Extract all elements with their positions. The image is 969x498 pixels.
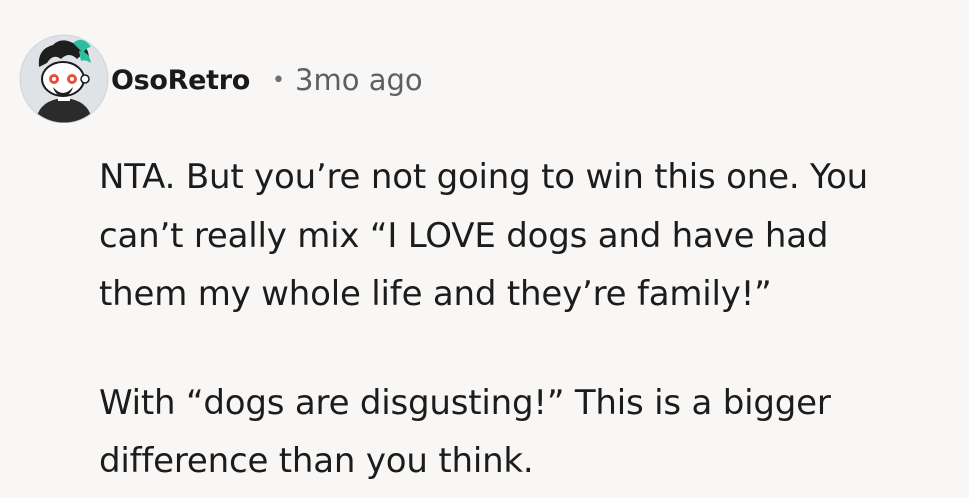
user-avatar[interactable]	[17, 29, 111, 123]
comment-paragraph-2: With “dogs are disgusting!” This is a bi…	[99, 382, 831, 482]
comment: OsoRetro • 3mo ago NTA. But you’re not g…	[0, 0, 969, 498]
comment-header: OsoRetro • 3mo ago	[111, 58, 423, 102]
timestamp[interactable]: 3mo ago	[295, 63, 423, 97]
separator-dot: •	[272, 67, 286, 93]
snoo-avatar-icon	[19, 34, 109, 123]
comment-body: NTA. But you’re not going to win this on…	[99, 148, 959, 491]
username-link[interactable]: OsoRetro	[111, 65, 250, 96]
comment-paragraph-1: NTA. But you’re not going to win this on…	[99, 157, 869, 314]
